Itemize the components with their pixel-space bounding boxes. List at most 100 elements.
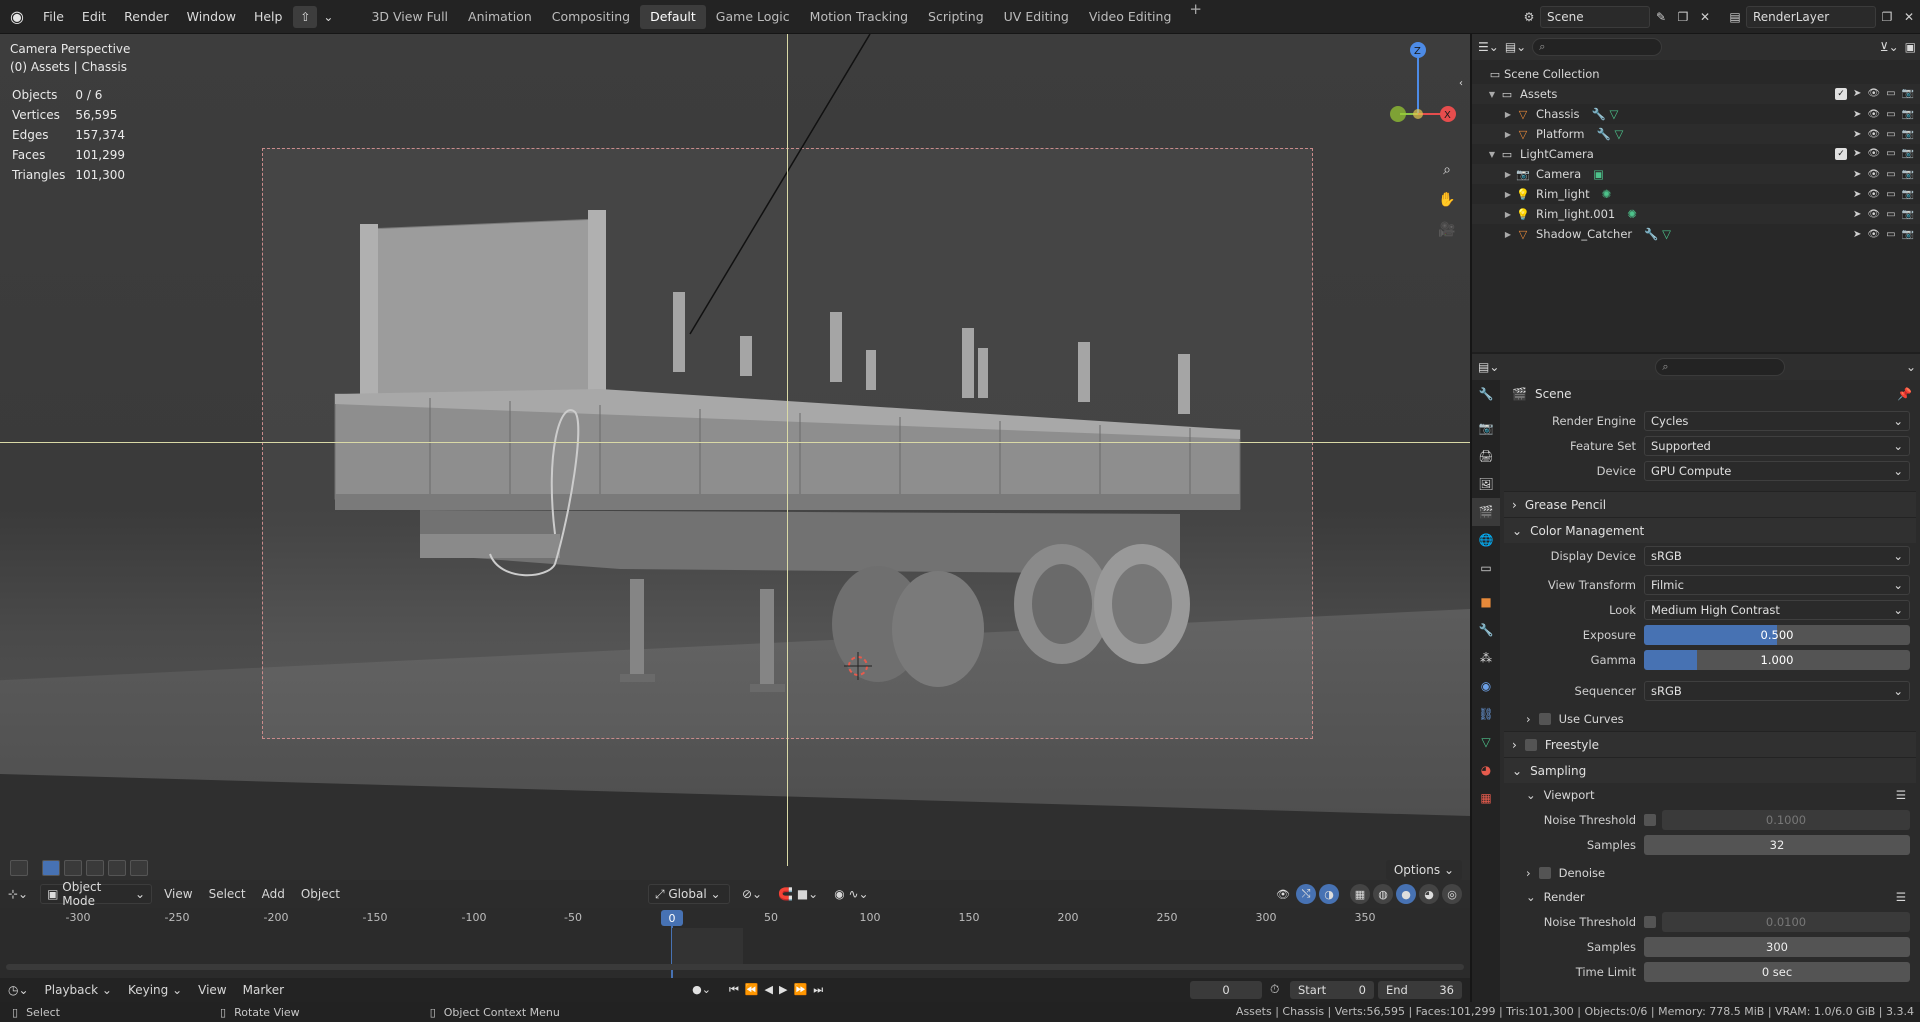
scene-icon[interactable]: ⚙: [1518, 6, 1540, 28]
r-noise-field[interactable]: 0.0100: [1662, 911, 1910, 932]
look-dropdown[interactable]: Medium High Contrast ⌄: [1644, 599, 1910, 620]
monitor-icon[interactable]: ▭: [1886, 88, 1895, 100]
menu-keying[interactable]: Keying ⌄: [120, 983, 190, 997]
camera-render-icon[interactable]: 📷: [1902, 129, 1914, 140]
outliner[interactable]: ☰⌄ ▤⌄ ⌕ ⊻⌄ ▣ ▭ Scene Collection ▼ ▭ Assets…: [1472, 34, 1920, 352]
camera-render-icon[interactable]: 📷: [1902, 209, 1914, 220]
select-arrow-icon[interactable]: ➤: [1853, 209, 1861, 220]
select-arrow-icon[interactable]: ➤: [1853, 129, 1861, 140]
tab-game-logic[interactable]: Game Logic: [706, 0, 800, 34]
add-workspace-icon[interactable]: +: [1181, 0, 1210, 34]
expand-arrow-icon[interactable]: ▶: [1502, 190, 1514, 199]
display-device-dropdown[interactable]: sRGB ⌄: [1644, 545, 1910, 566]
camera-view-icon[interactable]: 🎥: [1434, 217, 1460, 243]
view-transform-dropdown[interactable]: Filmic ⌄: [1644, 574, 1910, 595]
options-button[interactable]: Options ⌄: [1385, 860, 1462, 880]
data-tab-icon[interactable]: ▽: [1472, 728, 1500, 756]
select-intersect-icon[interactable]: [130, 860, 148, 876]
select-arrow-icon[interactable]: ➤: [1853, 229, 1861, 240]
chevron-down-icon[interactable]: ⌄: [321, 6, 335, 28]
use-curves-panel[interactable]: › Use Curves: [1504, 707, 1916, 731]
menu-select[interactable]: Select: [201, 887, 254, 901]
outliner-item[interactable]: ▶ ▽ Shadow_Catcher 🔧 ▽ ➤ 👁 ▭ 📷: [1472, 224, 1920, 244]
frame-ruler[interactable]: -300 -250 -200 -150 -100 -50 0 50 100 150 200 250 30…: [0, 908, 1470, 984]
eye-icon[interactable]: 👁: [1867, 88, 1880, 100]
wireframe-shading-icon[interactable]: ◍: [1373, 884, 1393, 904]
scene-tab-icon[interactable]: 🎬: [1472, 498, 1500, 526]
render-engine-dropdown[interactable]: Cycles ⌄: [1644, 410, 1910, 431]
select-arrow-icon[interactable]: ➤: [1853, 109, 1861, 120]
solid-shading-icon[interactable]: ●: [1396, 884, 1416, 904]
play-icon[interactable]: ▶: [779, 983, 787, 997]
properties-editor[interactable]: ▤⌄ ⌕ ⌄ 🔧 📷 🖨 🖼 🎬 🌐 ▭ ■ 🔧 ⁂ ◉ ⛓ ▽ ◕ ▦ 🎬 S…: [1472, 354, 1920, 1002]
camera-render-icon[interactable]: 📷: [1902, 229, 1914, 240]
monitor-icon[interactable]: ▭: [1886, 129, 1895, 140]
visibility-toggles[interactable]: ➤ 👁 ▭ 📷: [1853, 209, 1914, 220]
end-frame-field[interactable]: End 36: [1378, 981, 1462, 999]
new-collection-icon[interactable]: ▣: [1905, 40, 1916, 54]
trailer-model[interactable]: [0, 34, 1470, 894]
material-shading-icon[interactable]: ◕: [1419, 884, 1439, 904]
material-tab-icon[interactable]: ◕: [1472, 756, 1500, 784]
transform-orientation-dropdown[interactable]: ⤢ Global ⌄: [647, 884, 730, 904]
close-icon[interactable]: ✕: [1694, 6, 1716, 28]
viewport-subpanel[interactable]: ⌄ Viewport ☰: [1504, 783, 1916, 807]
tree-root[interactable]: ▭ Scene Collection: [1472, 64, 1920, 84]
properties-search-input[interactable]: ⌕: [1655, 358, 1786, 376]
device-dropdown[interactable]: GPU Compute ⌄: [1644, 460, 1910, 481]
outliner-item[interactable]: ▶ 💡 Rim_light.001 ✺ ➤ 👁 ▭ 📷: [1472, 204, 1920, 224]
outliner-item[interactable]: ▶ ▽ Chassis 🔧 ▽ ➤ 👁 ▭ 📷: [1472, 104, 1920, 124]
list-icon[interactable]: ☰: [1896, 788, 1906, 802]
view-layer-icon[interactable]: ▤: [1724, 6, 1746, 28]
checkbox-icon[interactable]: ✓: [1835, 148, 1847, 160]
feature-set-dropdown[interactable]: Supported ⌄: [1644, 435, 1910, 456]
tab-scripting[interactable]: Scripting: [918, 0, 994, 34]
freestyle-panel[interactable]: › Freestyle: [1504, 731, 1916, 757]
tab-motion-tracking[interactable]: Motion Tracking: [800, 0, 918, 34]
editor-type-icon[interactable]: ⊹⌄: [0, 887, 36, 901]
menu-window[interactable]: Window: [178, 0, 245, 34]
scene-field[interactable]: Scene: [1540, 6, 1650, 28]
menu-render[interactable]: Render: [115, 0, 178, 34]
visibility-toggles[interactable]: ✓ ➤ 👁 ▭ 📷: [1835, 148, 1914, 160]
select-arrow-icon[interactable]: ➤: [1853, 169, 1861, 180]
r-noise-checkbox[interactable]: [1644, 915, 1656, 928]
color-management-panel[interactable]: ⌄ Color Management: [1504, 517, 1916, 543]
render-tab-icon[interactable]: 📷: [1472, 414, 1500, 442]
constraints-tab-icon[interactable]: ⛓: [1472, 700, 1500, 728]
menu-add[interactable]: Add: [254, 887, 293, 901]
collection-tab-icon[interactable]: ▭: [1472, 554, 1500, 582]
monitor-icon[interactable]: ▭: [1886, 169, 1895, 180]
vp-samples-field[interactable]: 32: [1644, 834, 1910, 855]
select-invert-icon[interactable]: [108, 860, 126, 876]
view-layer-tab-icon[interactable]: 🖼: [1472, 470, 1500, 498]
expand-arrow-icon[interactable]: ▶: [1502, 230, 1514, 239]
expand-arrow-icon[interactable]: ▶: [1502, 110, 1514, 119]
pan-hand-icon[interactable]: ✋: [1434, 187, 1460, 213]
monitor-icon[interactable]: ▭: [1886, 148, 1895, 160]
copy-layer-icon[interactable]: ❐: [1876, 6, 1898, 28]
monitor-icon[interactable]: ▭: [1886, 109, 1895, 120]
menu-timeline-view[interactable]: View: [190, 983, 234, 997]
overlay-toggle-icon[interactable]: ◑: [1319, 884, 1339, 904]
eye-icon[interactable]: 👁: [1867, 148, 1880, 160]
time-limit-field[interactable]: 0 sec: [1644, 961, 1910, 982]
rendered-shading-icon[interactable]: ◎: [1442, 884, 1462, 904]
current-frame-indicator[interactable]: 0: [661, 910, 683, 926]
vp-noise-field[interactable]: 0.1000: [1662, 809, 1910, 830]
pin-icon[interactable]: 📌: [1897, 387, 1912, 401]
proportional-edit-icon[interactable]: ◉ ∿⌄: [826, 887, 876, 901]
copy-scene-icon[interactable]: ❐: [1672, 6, 1694, 28]
close-layer-icon[interactable]: ✕: [1898, 6, 1920, 28]
tab-default[interactable]: Default: [640, 4, 706, 29]
outliner-item[interactable]: ▶ ▽ Platform 🔧 ▽ ➤ 👁 ▭ 📷: [1472, 124, 1920, 144]
blender-logo-icon[interactable]: ◉: [0, 0, 34, 34]
visibility-toggles[interactable]: ➤ 👁 ▭ 📷: [1853, 229, 1914, 240]
visibility-icon[interactable]: 👁: [1273, 884, 1293, 904]
select-arrow-icon[interactable]: ➤: [1853, 189, 1861, 200]
gamma-slider[interactable]: 1.000: [1644, 649, 1910, 670]
world-tab-icon[interactable]: 🌐: [1472, 526, 1500, 554]
menu-view[interactable]: View: [156, 887, 200, 901]
tool-tab-icon[interactable]: 🔧: [1472, 380, 1500, 408]
tab-uv-editing[interactable]: UV Editing: [994, 0, 1079, 34]
